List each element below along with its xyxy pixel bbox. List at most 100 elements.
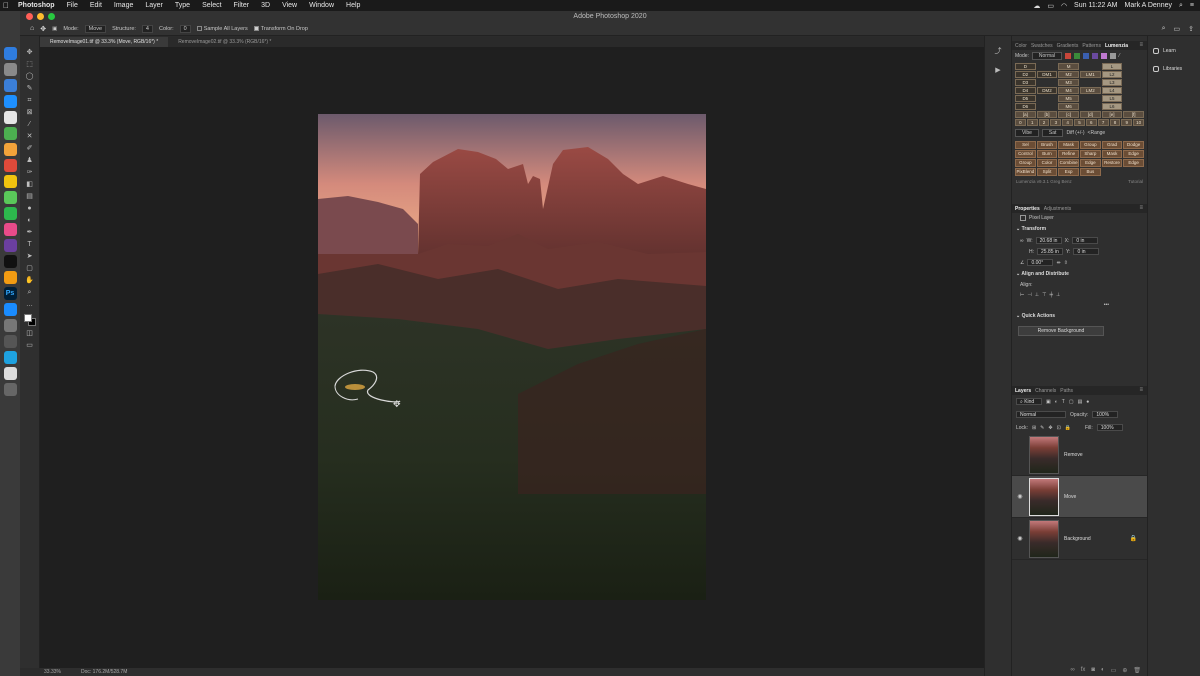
range-button[interactable]: <Range <box>1088 130 1106 136</box>
workspace-icon[interactable]: ▭ <box>1174 25 1181 33</box>
safari-icon[interactable] <box>3 79 17 92</box>
close-window-button[interactable] <box>26 13 33 20</box>
lumenzia-cell[interactable]: D5 <box>1015 95 1036 102</box>
marquee-tool-icon[interactable]: ⬚ <box>25 60 34 69</box>
x-input[interactable]: 0 in <box>1072 237 1099 244</box>
launchpad-icon[interactable] <box>3 63 17 76</box>
link-icon[interactable]: ∞ <box>1020 238 1024 244</box>
app-store-icon[interactable] <box>3 303 17 316</box>
path-select-tool-icon[interactable]: ➤ <box>25 252 34 261</box>
stickies-icon[interactable] <box>3 175 17 188</box>
lumenzia-action-button[interactable]: Color <box>1036 159 1058 167</box>
lumenzia-cell[interactable]: D <box>1015 63 1036 70</box>
number-button[interactable]: 2 <box>1038 119 1050 126</box>
filter-toggle-icon[interactable]: ● <box>1086 399 1089 405</box>
lumenzia-action-button[interactable]: Mask <box>1058 141 1079 149</box>
quick-actions-section[interactable]: ⌄ Quick Actions <box>1012 310 1147 322</box>
lumenzia-cell[interactable]: M4 <box>1058 87 1079 94</box>
lumenzia-action-button[interactable]: Combine <box>1058 159 1079 167</box>
tab-layers[interactable]: Layers <box>1015 388 1031 394</box>
quick-select-tool-icon[interactable]: ✎ <box>25 84 34 93</box>
notes-icon[interactable] <box>3 111 17 124</box>
new-layer-icon[interactable]: ⊕ <box>1122 667 1127 674</box>
tv-icon[interactable] <box>3 255 17 268</box>
tutorial-link[interactable]: Tutorial <box>1128 179 1143 184</box>
tab-remove-image-02[interactable]: RemoveImage02.tif @ 33.3% (RGB/16*) * <box>168 37 281 47</box>
align-bottom-icon[interactable]: ⊥ <box>1056 292 1060 298</box>
tab-paths[interactable]: Paths <box>1060 388 1073 394</box>
content-aware-move-tool-icon[interactable]: ✕ <box>25 132 34 141</box>
number-button[interactable]: 4 <box>1062 119 1074 126</box>
lumenzia-cell[interactable]: L6 <box>1101 103 1123 110</box>
lumenzia-action-button[interactable]: Restore <box>1101 159 1123 167</box>
sample-all-layers-checkbox[interactable]: Sample All Layers <box>196 26 248 32</box>
eyedropper-icon[interactable]: ⁄ <box>1119 53 1120 59</box>
lumenzia-action-button[interactable]: Grad <box>1101 141 1123 149</box>
clock[interactable]: Sun 11:22 AM <box>1074 2 1117 9</box>
lumenzia-cell[interactable]: M6 <box>1058 103 1079 110</box>
menu-edit[interactable]: Edit <box>84 2 108 9</box>
user-name[interactable]: Mark A Denney <box>1125 2 1172 9</box>
layer-name[interactable]: Background <box>1064 536 1091 542</box>
number-button[interactable]: 3 <box>1050 119 1062 126</box>
zoom-level[interactable]: 33.33% <box>44 668 61 676</box>
tab-color[interactable]: Color <box>1015 43 1027 49</box>
filter-adjustment-icon[interactable]: ◐ <box>1055 399 1058 405</box>
terminal-icon[interactable] <box>3 335 17 348</box>
align-right-icon[interactable]: ⊥ <box>1035 292 1039 298</box>
zone-button[interactable]: [f] <box>1123 111 1144 118</box>
doc-size[interactable]: Doc: 176.2M/528.7M <box>81 668 127 676</box>
lumenzia-cell[interactable]: D6 <box>1015 103 1036 110</box>
lumenzia-action-button[interactable]: Brush <box>1036 141 1058 149</box>
lumenzia-cell[interactable]: LM2 <box>1079 87 1101 94</box>
number-button[interactable]: 5 <box>1074 119 1085 126</box>
menu-image[interactable]: Image <box>108 2 139 9</box>
flip-horizontal-icon[interactable]: ⇹ <box>1056 260 1060 266</box>
transform-section[interactable]: ⌄ Transform <box>1012 223 1147 235</box>
zoom-tool-icon[interactable]: ⌕ <box>25 288 34 297</box>
photoshop-icon[interactable]: Ps <box>3 287 17 300</box>
music-icon[interactable] <box>3 223 17 236</box>
search-icon[interactable]: ⌕ <box>1179 2 1183 10</box>
battery-icon[interactable]: ▭ <box>1047 2 1054 10</box>
lumenzia-cell[interactable]: D2 <box>1015 71 1036 78</box>
downloads-icon[interactable] <box>3 367 17 380</box>
lumenzia-action-button[interactable]: Bus <box>1079 168 1101 176</box>
share-icon[interactable]: ⇪ <box>1188 25 1194 33</box>
learn-item[interactable]: Learn <box>1148 36 1200 54</box>
search-icon[interactable]: ⌕ <box>1162 25 1166 33</box>
lumenzia-cell[interactable]: M <box>1058 63 1079 70</box>
filter-type-icon[interactable]: T <box>1062 399 1065 405</box>
quick-mask-icon[interactable]: ◫ <box>25 329 34 338</box>
color-swatches[interactable] <box>23 314 36 326</box>
wifi-icon[interactable]: ◠ <box>1061 2 1067 10</box>
crop-tool-icon[interactable]: ⌗ <box>25 96 34 105</box>
shape-tool-icon[interactable]: ▢ <box>25 264 34 273</box>
pen-tool-icon[interactable]: ✒ <box>25 228 34 237</box>
diff-button[interactable]: Diff (+/-) <box>1066 130 1084 136</box>
lumenzia-cell[interactable]: DM2 <box>1036 87 1058 94</box>
screen-mode-icon[interactable]: ▭ <box>25 341 34 350</box>
lumenzia-cell[interactable]: M3 <box>1058 79 1079 86</box>
kind-filter-select[interactable]: ⌕ Kind <box>1016 398 1042 405</box>
zone-button[interactable]: [e] <box>1101 111 1123 118</box>
lock-position-icon[interactable]: ✥ <box>1048 425 1052 431</box>
trash-icon[interactable] <box>3 383 17 396</box>
blue-swatch[interactable] <box>1083 53 1090 59</box>
add-mask-icon[interactable]: ◙ <box>1091 667 1095 674</box>
menu-type[interactable]: Type <box>169 2 196 9</box>
actions-panel-icon[interactable]: ▶ <box>993 66 1003 76</box>
filter-pixel-icon[interactable]: ▣ <box>1046 399 1051 405</box>
panel-menu-icon[interactable]: ≡ <box>1139 387 1143 393</box>
menu-app[interactable]: Photoshop <box>12 2 61 9</box>
blend-mode-select[interactable]: Normal <box>1016 411 1066 418</box>
eyedropper-tool-icon[interactable]: ⁄ <box>25 120 34 129</box>
foreground-color[interactable] <box>23 314 32 322</box>
lumenzia-cell[interactable]: L2 <box>1101 71 1123 78</box>
menu-help[interactable]: Help <box>340 2 366 9</box>
lumenzia-cell[interactable]: L4 <box>1101 87 1123 94</box>
color-select[interactable]: 0 <box>179 24 191 33</box>
browser-icon[interactable] <box>3 351 17 364</box>
align-middle-icon[interactable]: ╪ <box>1049 292 1053 298</box>
books-icon[interactable] <box>3 271 17 284</box>
